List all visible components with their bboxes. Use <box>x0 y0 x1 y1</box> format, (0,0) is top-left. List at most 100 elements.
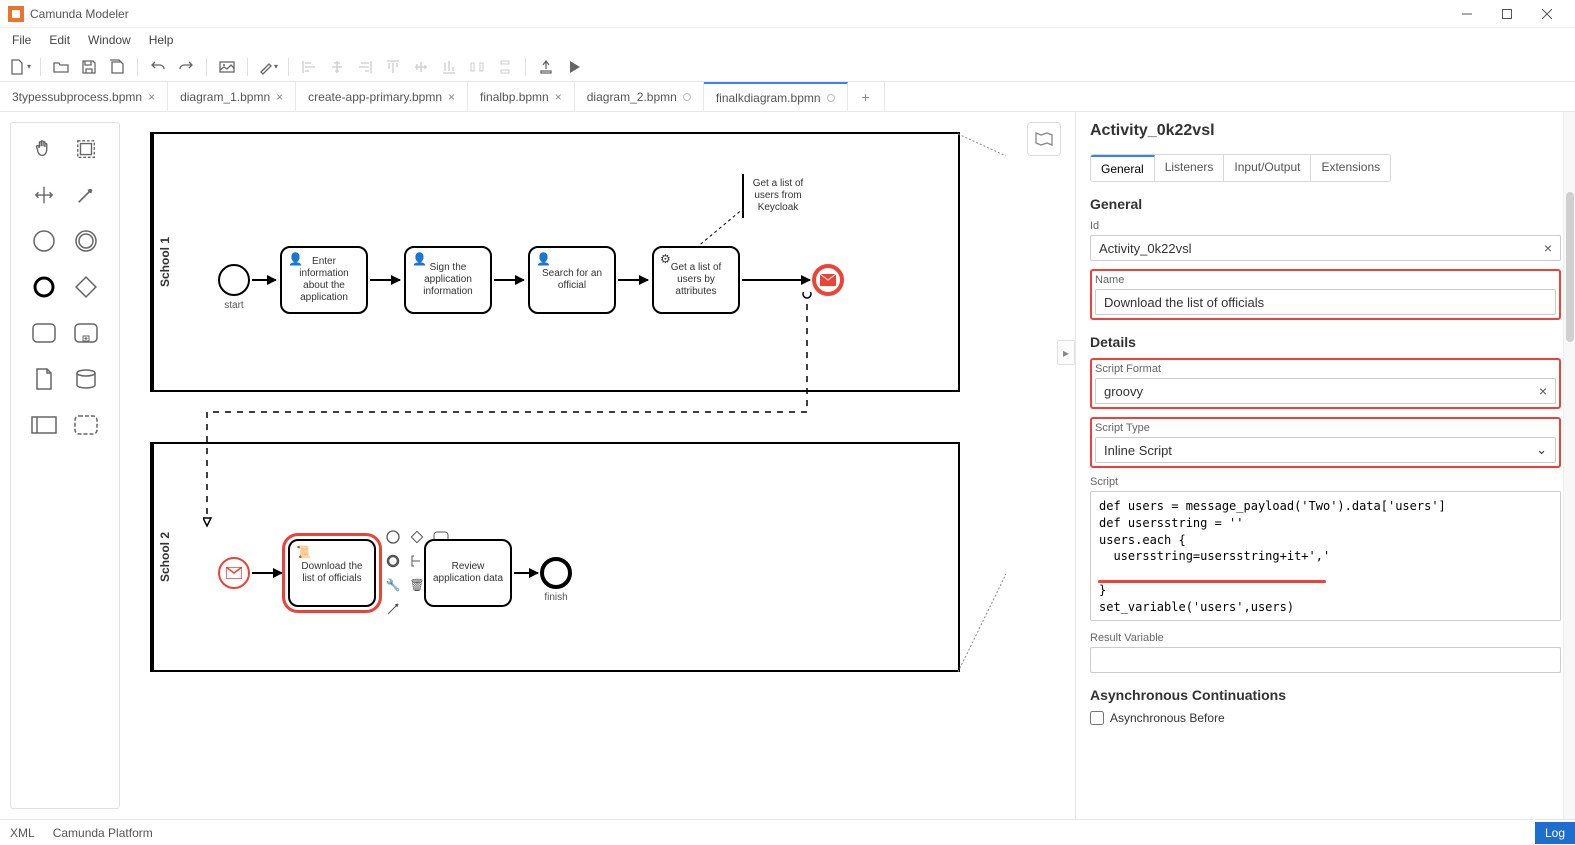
intermediate-event-icon[interactable] <box>72 227 100 255</box>
undo-icon[interactable] <box>146 55 170 79</box>
xml-view-button[interactable]: XML <box>10 826 35 840</box>
append-event-icon[interactable] <box>382 526 404 548</box>
clear-icon[interactable]: × <box>1544 240 1552 256</box>
minimize-button[interactable] <box>1447 0 1487 28</box>
align-left-icon[interactable] <box>297 55 321 79</box>
menu-file[interactable]: File <box>4 29 39 51</box>
prop-tab-io[interactable]: Input/Output <box>1224 155 1311 181</box>
align-middle-icon[interactable] <box>409 55 433 79</box>
subprocess-icon[interactable] <box>72 319 100 347</box>
script-task-icon: 📜 <box>296 545 311 559</box>
save-all-icon[interactable] <box>105 55 129 79</box>
task-icon[interactable] <box>30 319 58 347</box>
end-event-icon[interactable] <box>30 273 58 301</box>
menu-help[interactable]: Help <box>141 29 182 51</box>
deploy-icon[interactable] <box>534 55 558 79</box>
script-type-select[interactable]: Inline Script⌄ <box>1095 437 1556 463</box>
file-tab[interactable]: 3typessubprocess.bpmn× <box>0 82 168 111</box>
maximize-button[interactable] <box>1487 0 1527 28</box>
script-label: Script <box>1090 476 1561 488</box>
save-icon[interactable] <box>77 55 101 79</box>
scrollbar[interactable] <box>1563 112 1575 819</box>
gateway-icon[interactable] <box>72 273 100 301</box>
bpmn-task[interactable]: 👤Sign the application information <box>404 246 492 314</box>
panel-toggle-button[interactable]: ▸ <box>1057 340 1075 365</box>
log-button[interactable]: Log <box>1535 822 1575 844</box>
hand-tool-icon[interactable] <box>30 135 58 163</box>
dirty-indicator-icon <box>827 94 835 102</box>
distribute-h-icon[interactable] <box>465 55 489 79</box>
run-icon[interactable] <box>562 55 586 79</box>
name-label: Name <box>1095 274 1556 286</box>
script-type-label: Script Type <box>1095 422 1556 434</box>
file-tabs: 3typessubprocess.bpmn× diagram_1.bpmn× c… <box>0 82 1575 112</box>
close-icon[interactable]: × <box>148 90 155 104</box>
image-icon[interactable] <box>215 55 239 79</box>
message-throw-event[interactable] <box>812 264 844 296</box>
file-tab[interactable]: finalbp.bpmn× <box>468 82 575 111</box>
prop-tab-general[interactable]: General <box>1091 155 1155 181</box>
align-center-icon[interactable] <box>325 55 349 79</box>
result-var-input[interactable] <box>1090 647 1561 673</box>
data-object-icon[interactable] <box>30 365 58 393</box>
distribute-v-icon[interactable] <box>493 55 517 79</box>
file-tab[interactable]: diagram_2.bpmn <box>575 82 704 111</box>
start-event[interactable] <box>218 264 250 296</box>
menu-window[interactable]: Window <box>80 29 139 51</box>
result-var-label: Result Variable <box>1090 632 1561 644</box>
script-textarea[interactable] <box>1090 491 1561 621</box>
align-bottom-icon[interactable] <box>437 55 461 79</box>
file-tab[interactable]: diagram_1.bpmn× <box>168 82 296 111</box>
align-top-icon[interactable] <box>381 55 405 79</box>
menu-edit[interactable]: Edit <box>41 29 78 51</box>
pool-icon[interactable] <box>30 411 58 439</box>
script-format-input[interactable]: groovy× <box>1095 378 1556 404</box>
pool-school1[interactable]: School 1 start 👤Enter information about … <box>150 132 960 392</box>
async-before-checkbox[interactable] <box>1090 711 1104 725</box>
highlight-underline <box>1098 580 1326 583</box>
close-icon[interactable]: × <box>276 90 283 104</box>
prop-tab-extensions[interactable]: Extensions <box>1311 155 1390 181</box>
append-end-icon[interactable] <box>382 550 404 572</box>
bpmn-task-selected[interactable]: 📜Download the list of officials <box>288 539 376 607</box>
connect-tool-icon[interactable] <box>72 181 100 209</box>
pool-school2[interactable]: School 2 📜Download the list of officials… <box>150 442 960 672</box>
bpmn-task[interactable]: 👤Enter information about the application <box>280 246 368 314</box>
close-icon[interactable]: × <box>555 90 562 104</box>
message-start-event[interactable] <box>218 557 250 589</box>
new-tab-button[interactable]: + <box>848 82 885 111</box>
name-input[interactable]: Download the list of officials <box>1095 289 1556 315</box>
redo-icon[interactable] <box>174 55 198 79</box>
lasso-tool-icon[interactable] <box>72 135 100 163</box>
file-tab[interactable]: create-app-primary.bpmn× <box>296 82 468 111</box>
user-task-icon: 👤 <box>536 252 551 266</box>
diagram-canvas[interactable]: School 1 start 👤Enter information about … <box>130 112 1075 819</box>
end-event[interactable] <box>540 557 572 589</box>
menubar: File Edit Window Help <box>0 28 1575 52</box>
connect-icon[interactable] <box>382 598 404 620</box>
group-icon[interactable] <box>72 411 100 439</box>
data-store-icon[interactable] <box>72 365 100 393</box>
color-icon[interactable]: ▾ <box>256 55 280 79</box>
bpmn-task[interactable]: ⚙Get a list of users by attributes <box>652 246 740 314</box>
prop-tab-listeners[interactable]: Listeners <box>1155 155 1225 181</box>
start-event-icon[interactable] <box>30 227 58 255</box>
minimap-icon[interactable] <box>1027 122 1061 156</box>
bpmn-task[interactable]: Review application data <box>424 539 512 607</box>
text-annotation[interactable]: Get a list of users from Keycloak <box>742 174 812 218</box>
wrench-icon[interactable]: 🔧 <box>382 574 404 596</box>
platform-view-button[interactable]: Camunda Platform <box>53 826 153 840</box>
new-file-icon[interactable]: ▾ <box>8 55 32 79</box>
file-tab-active[interactable]: finalkdiagram.bpmn <box>704 82 848 111</box>
titlebar: Camunda Modeler <box>0 0 1575 28</box>
dirty-indicator-icon <box>683 93 691 101</box>
clear-icon[interactable]: × <box>1539 383 1547 399</box>
align-right-icon[interactable] <box>353 55 377 79</box>
chevron-down-icon: ⌄ <box>1536 442 1547 458</box>
id-input[interactable]: Activity_0k22vsl× <box>1090 235 1561 261</box>
space-tool-icon[interactable] <box>30 181 58 209</box>
open-file-icon[interactable] <box>49 55 73 79</box>
close-icon[interactable]: × <box>448 90 455 104</box>
close-button[interactable] <box>1527 0 1567 28</box>
bpmn-task[interactable]: 👤Search for an official <box>528 246 616 314</box>
